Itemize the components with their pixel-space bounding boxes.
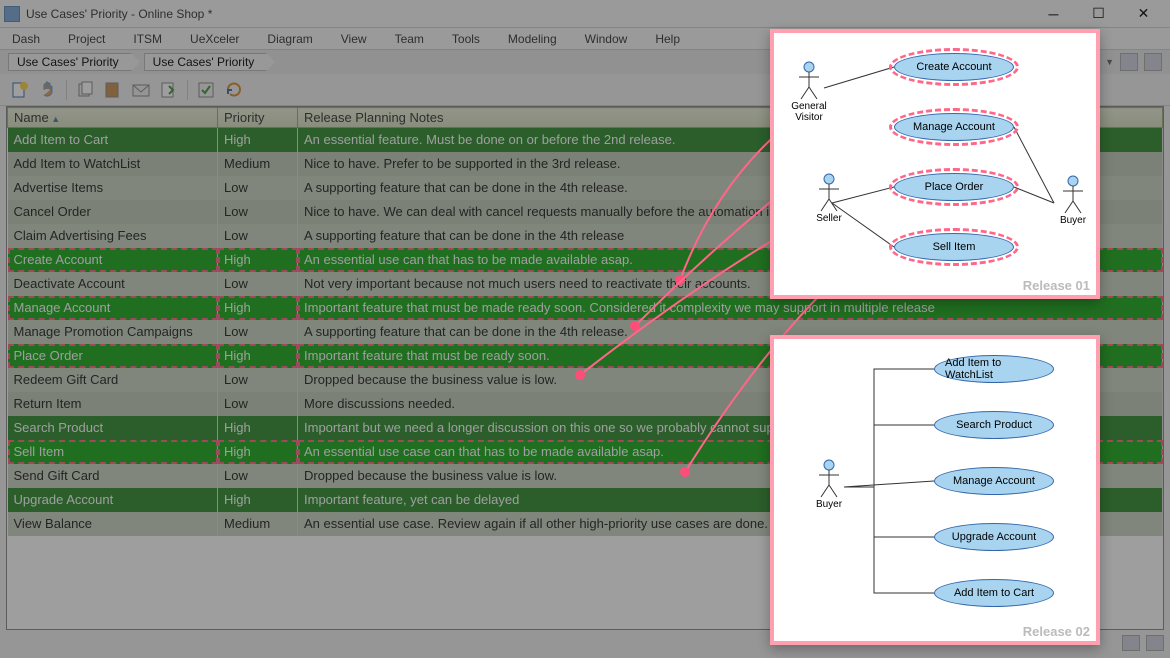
cell-name: Send Gift Card: [8, 464, 218, 488]
switch-view-icon[interactable]: [1120, 53, 1138, 71]
menu-dash[interactable]: Dash: [8, 30, 44, 48]
cell-name: Search Product: [8, 416, 218, 440]
usecase-add-item-to-watchlist[interactable]: Add Item to WatchList: [934, 355, 1054, 383]
cell-priority: High: [218, 128, 298, 152]
usecase-manage-account[interactable]: Manage Account: [894, 113, 1014, 141]
maximize-button[interactable]: ☐: [1076, 3, 1121, 25]
cell-priority: Low: [218, 392, 298, 416]
breadcrumb-item-1[interactable]: Use Cases' Priority: [8, 53, 132, 71]
menu-window[interactable]: Window: [581, 30, 632, 48]
cell-priority: High: [218, 344, 298, 368]
col-priority[interactable]: Priority: [218, 108, 298, 128]
cell-priority: High: [218, 296, 298, 320]
cell-priority: Low: [218, 272, 298, 296]
cell-name: Sell Item: [8, 440, 218, 464]
actor-seller[interactable]: Seller: [806, 173, 852, 224]
search-dropdown-icon[interactable]: ▼: [1105, 57, 1114, 67]
cell-name: Claim Advertising Fees: [8, 224, 218, 248]
menu-project[interactable]: Project: [64, 30, 109, 48]
minimize-button[interactable]: ─: [1031, 3, 1076, 25]
table-row[interactable]: Manage AccountHighImportant feature that…: [8, 296, 1163, 320]
usecase-place-order[interactable]: Place Order: [894, 173, 1014, 201]
cell-priority: Medium: [218, 152, 298, 176]
cell-name: Advertise Items: [8, 176, 218, 200]
cell-priority: Low: [218, 368, 298, 392]
usecase-upgrade-account[interactable]: Upgrade Account: [934, 523, 1054, 551]
release-01-label: Release 01: [1023, 278, 1090, 293]
cell-name: Redeem Gift Card: [8, 368, 218, 392]
cell-name: View Balance: [8, 512, 218, 536]
cell-name: Create Account: [8, 248, 218, 272]
toolbar-new-icon[interactable]: [8, 78, 32, 102]
cell-priority: Low: [218, 176, 298, 200]
cell-notes: Important feature that must be made read…: [298, 296, 1163, 320]
cell-name: Upgrade Account: [8, 488, 218, 512]
cell-name: Add Item to WatchList: [8, 152, 218, 176]
cell-priority: Medium: [218, 512, 298, 536]
cell-priority: Low: [218, 224, 298, 248]
cell-name: Manage Account: [8, 296, 218, 320]
toolbar-export-icon[interactable]: [157, 78, 181, 102]
menu-tools[interactable]: Tools: [448, 30, 484, 48]
menu-view[interactable]: View: [337, 30, 371, 48]
app-icon: [4, 6, 20, 22]
menu-team[interactable]: Team: [391, 30, 428, 48]
window-title: Use Cases' Priority - Online Shop *: [26, 7, 1031, 21]
cell-priority: High: [218, 440, 298, 464]
usecase-manage-account[interactable]: Manage Account: [934, 467, 1054, 495]
menu-modeling[interactable]: Modeling: [504, 30, 561, 48]
usecase-search-product[interactable]: Search Product: [934, 411, 1054, 439]
cell-name: Manage Promotion Campaigns: [8, 320, 218, 344]
cell-priority: High: [218, 488, 298, 512]
release-01-panel: General Visitor Seller Buyer Create Accoun…: [770, 29, 1100, 299]
cell-name: Cancel Order: [8, 200, 218, 224]
actor-general-visitor[interactable]: General Visitor: [786, 61, 832, 123]
toolbar-hand-icon[interactable]: [36, 78, 60, 102]
menu-diagram[interactable]: Diagram: [263, 30, 316, 48]
toolbar-copy-icon[interactable]: [73, 78, 97, 102]
release-02-panel: Buyer Add Item to WatchList Search Produc…: [770, 335, 1100, 645]
cell-priority: Low: [218, 464, 298, 488]
toolbar-refresh-icon[interactable]: [222, 78, 246, 102]
cell-priority: High: [218, 416, 298, 440]
cell-priority: Low: [218, 320, 298, 344]
toolbar-validate-icon[interactable]: [194, 78, 218, 102]
actor-buyer[interactable]: Buyer: [806, 459, 852, 510]
toolbar-paste-icon[interactable]: [101, 78, 125, 102]
breadcrumb-item-2[interactable]: Use Cases' Priority: [144, 53, 268, 71]
menu-uexceler[interactable]: UeXceler: [186, 30, 243, 48]
cell-name: Place Order: [8, 344, 218, 368]
menu-itsm[interactable]: ITSM: [129, 30, 166, 48]
cell-priority: High: [218, 248, 298, 272]
status-icon-2[interactable]: [1146, 635, 1164, 651]
toolbar-mail-icon[interactable]: [129, 78, 153, 102]
cell-name: Deactivate Account: [8, 272, 218, 296]
release-02-label: Release 02: [1023, 624, 1090, 639]
panel-icon[interactable]: [1144, 53, 1162, 71]
status-icon-1[interactable]: [1122, 635, 1140, 651]
usecase-create-account[interactable]: Create Account: [894, 53, 1014, 81]
col-name[interactable]: Name: [8, 108, 218, 128]
cell-name: Return Item: [8, 392, 218, 416]
title-bar: Use Cases' Priority - Online Shop * ─ ☐ …: [0, 0, 1170, 28]
usecase-add-item-to-cart[interactable]: Add Item to Cart: [934, 579, 1054, 607]
close-button[interactable]: ✕: [1121, 3, 1166, 25]
cell-name: Add Item to Cart: [8, 128, 218, 152]
menu-help[interactable]: Help: [651, 30, 684, 48]
cell-priority: Low: [218, 200, 298, 224]
actor-buyer[interactable]: Buyer: [1050, 175, 1096, 226]
usecase-sell-item[interactable]: Sell Item: [894, 233, 1014, 261]
